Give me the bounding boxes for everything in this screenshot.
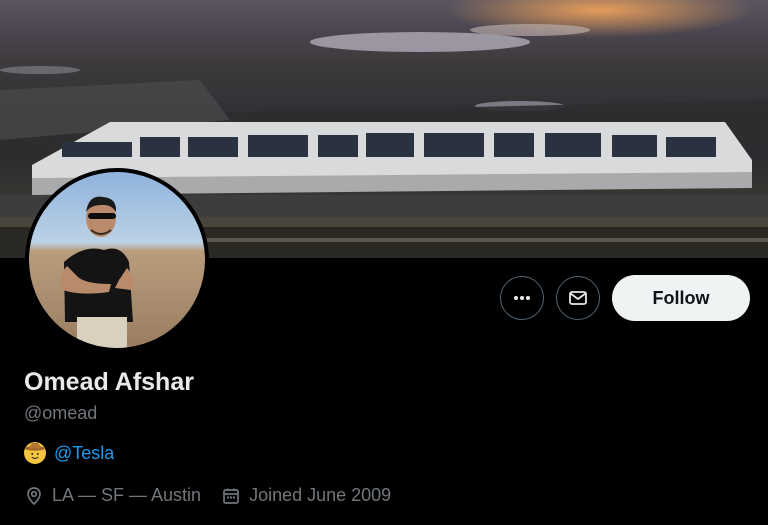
location-item: LA — SF — Austin [24, 485, 201, 506]
calendar-icon [223, 488, 239, 504]
location-pin-icon [27, 486, 41, 505]
avatar-photo [29, 172, 205, 348]
more-button[interactable] [500, 276, 544, 320]
cowboy-emoji-icon [24, 442, 46, 464]
profile-actions: Follow [500, 275, 750, 321]
affiliation: @Tesla [24, 442, 114, 464]
location-text: LA — SF — Austin [52, 485, 202, 505]
display-name: Omead Afshar [24, 368, 194, 396]
mail-icon [569, 291, 587, 305]
affiliation-link[interactable]: @Tesla [54, 443, 114, 464]
profile-avatar[interactable] [25, 168, 209, 352]
follow-button[interactable]: Follow [612, 275, 750, 321]
joined-item: Joined June 2009 [221, 485, 391, 506]
joined-text: Joined June 2009 [249, 485, 392, 505]
more-horizontal-icon [514, 296, 530, 300]
profile-meta: LA — SF — Austin Joined June 2009 [24, 485, 405, 506]
user-handle: @omead [24, 403, 98, 423]
message-button[interactable] [556, 276, 600, 320]
